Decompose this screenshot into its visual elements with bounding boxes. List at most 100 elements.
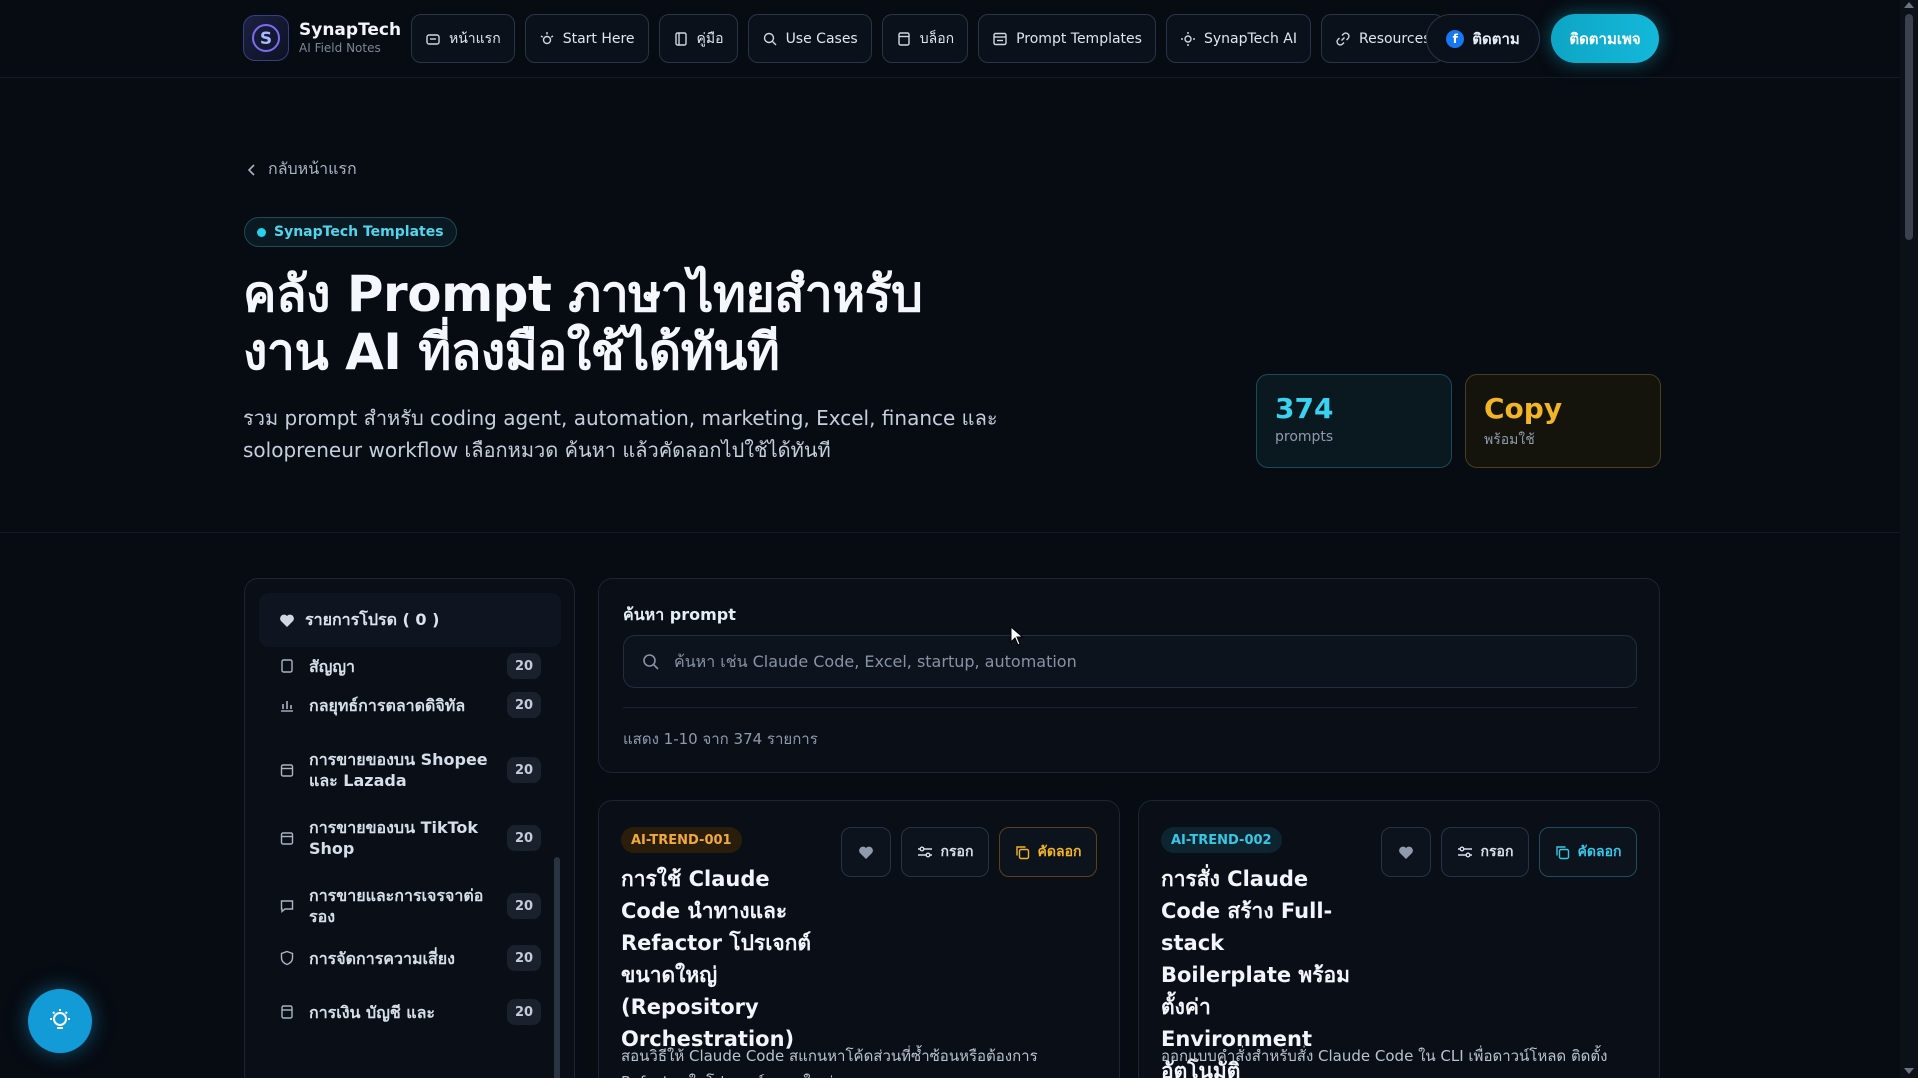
search-box[interactable] [623,635,1637,688]
category-count: 20 [507,825,541,851]
nav-prompt-templates-label: Prompt Templates [1016,30,1142,47]
category-label: การขายของบน TikTok Shop [309,818,479,858]
nav-resources-label: Resources [1358,30,1431,47]
copy-button-label: คัดลอก [1577,844,1622,860]
follow-button[interactable]: f ติดตาม [1426,14,1540,63]
stat-prompts-value: 374 [1275,392,1334,425]
heart-icon [1399,846,1413,859]
result-count: แสดง 1-10 จาก 374 รายการ [623,730,818,748]
nav-guide[interactable]: คู่มือ [658,14,738,63]
back-home-link[interactable]: กลับหน้าแรก [246,157,357,182]
category-item[interactable]: กลยุทธ์การตลาดดิจิทัล 20 [279,692,541,718]
page-title-line-1: คลัง Prompt ภาษาไทยสำหรับ [243,265,923,323]
page-title: คลัง Prompt ภาษาไทยสำหรับ งาน AI ที่ลงมื… [243,265,1003,381]
scroll-down-icon[interactable] [1904,1068,1914,1074]
brand-name: SynapTech [299,20,402,40]
prompt-card[interactable]: AI-TREND-001 กรอก คัดลอก การใช้ Claude C… [598,800,1120,1078]
page-title-line-2: งาน AI ที่ลงมือใช้ได้ทันที [243,323,780,381]
category-count: 20 [507,653,541,679]
nav-home[interactable]: หน้าแรก [411,14,515,63]
prompt-card-actions: กรอก คัดลอก [1381,827,1637,877]
chart-icon [281,701,293,712]
brand-subtitle: AI Field Notes [299,41,381,55]
category-item[interactable]: สัญญา 20 [279,653,541,679]
lightbulb-icon [50,1009,70,1029]
nav-prompt-templates[interactable]: Prompt Templates [978,14,1156,63]
nav-guide-label: คู่มือ [696,30,724,47]
category-label: สัญญา [309,656,356,676]
search-input[interactable] [674,652,1636,671]
fill-button[interactable]: กรอก [901,827,989,877]
stat-copy-value: Copy [1484,392,1563,425]
prompt-card-description: สอนวิธีให้ Claude Code สแกนหาโค้ดส่วนที่… [621,1047,1038,1078]
nav-synaptech-ai[interactable]: SynapTech AI [1165,14,1311,63]
heart-icon [859,846,873,859]
search-icon [643,653,659,670]
nav-start-here[interactable]: Start Here [524,14,649,63]
document-icon [898,31,910,46]
nav-synaptech-ai-label: SynapTech AI [1203,30,1297,47]
scroll-up-icon[interactable] [1904,2,1914,8]
category-item[interactable]: การเงิน บัญชี และ 20 [279,999,541,1025]
copy-button[interactable]: คัดลอก [1539,827,1637,877]
copy-button[interactable]: คัดลอก [999,827,1097,877]
prompt-card-tag: AI-TREND-001 [621,827,742,853]
sidebar-scrollbar[interactable] [554,857,560,1078]
back-home-label: กลับหน้าแรก [268,159,357,178]
category-item[interactable]: การขายของบน Shopee และ Lazada 20 [279,749,541,791]
nav-menu: หน้าแรก Start Here คู่มือ Use Cases บล็อ… [411,14,1445,63]
category-count: 20 [507,692,541,718]
home-icon [426,33,440,45]
stat-prompts-label: prompts [1275,429,1334,445]
chevron-left-icon [247,163,255,176]
prompt-card[interactable]: AI-TREND-002 กรอก คัดลอก การสั่ง Claude … [1138,800,1660,1078]
category-item[interactable]: การขายของบน TikTok Shop 20 [279,817,541,859]
badge-dot-icon [257,227,266,237]
floating-idea-button[interactable] [28,989,92,1053]
category-item[interactable]: การจัดการความเสี่ยง 20 [279,945,541,971]
prompt-card-tag: AI-TREND-002 [1161,827,1282,853]
category-item[interactable]: การขายและการเจรจาต่อรอง 20 [279,885,541,927]
search-separator [623,707,1637,708]
nav-start-here-label: Start Here [562,30,635,47]
doc-icon [281,659,293,673]
brand[interactable]: S SynapTech AI Field Notes [243,15,401,61]
category-label: การขายและการเจรจาต่อรอง [309,886,484,926]
svg-text:S: S [260,29,272,49]
category-label: การเงิน บัญชี และ [309,1002,435,1022]
prompt-card-description: ออกแบบคำสั่งสำหรับสั่ง Claude Code ใน CL… [1161,1047,1608,1065]
prompt-card-actions: กรอก คัดลอก [841,827,1097,877]
top-navigation: S SynapTech AI Field Notes หน้าแรก Start… [0,0,1900,78]
nav-use-cases[interactable]: Use Cases [747,14,872,63]
copy-icon [1015,845,1029,859]
follow-page-button[interactable]: ติดตามเพจ [1551,14,1659,63]
shield-icon [280,950,294,966]
page-description: รวม prompt สำหรับ coding agent, automati… [243,406,998,462]
book-icon [674,31,687,46]
favorites-filter-label: รายการโปรด ( 0 ) [305,609,440,629]
templates-badge-label: SynapTech Templates [274,224,444,240]
chat-icon [280,900,294,913]
category-count: 20 [507,999,541,1025]
store-icon [280,764,294,777]
category-sidebar: รายการโปรด ( 0 ) สัญญา 20 กลยุทธ์การตลาด… [244,578,575,1078]
copy-button-label: คัดลอก [1037,844,1082,860]
category-count: 20 [507,945,541,971]
page-scrollbar[interactable] [1900,0,1918,1078]
stat-copy: Copy พร้อมใช้ [1465,374,1661,468]
spark-icon [540,31,554,44]
favorites-filter[interactable]: รายการโปรด ( 0 ) [259,593,561,647]
search-title: ค้นหา prompt [623,605,736,624]
link-icon [1336,31,1350,46]
fill-button[interactable]: กรอก [1441,827,1529,877]
section-divider [0,532,1900,533]
category-count: 20 [507,757,541,783]
search-panel: ค้นหา prompt แสดง 1-10 จาก 374 รายการ [598,578,1660,773]
page-scrollbar-thumb[interactable] [1905,14,1913,240]
templates-badge: SynapTech Templates [244,217,457,247]
favorite-button[interactable] [841,827,891,877]
favorite-button[interactable] [1381,827,1431,877]
nav-blog[interactable]: บล็อก [881,14,969,63]
nav-home-label: หน้าแรก [449,30,501,47]
copy-icon [1555,845,1569,859]
